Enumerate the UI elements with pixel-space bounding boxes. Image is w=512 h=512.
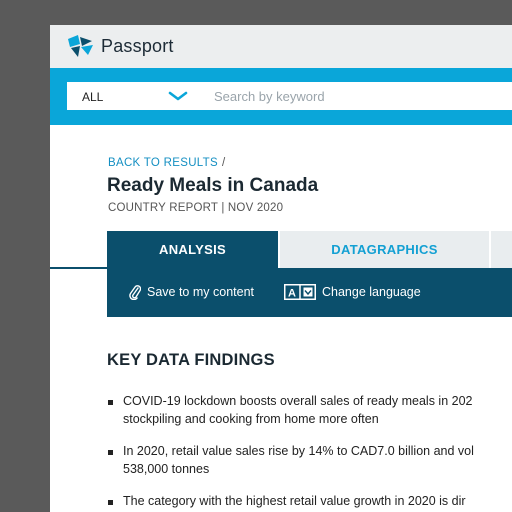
list-item: COVID-19 lockdown boosts overall sales o… <box>107 393 512 428</box>
translate-icon: A <box>284 284 316 300</box>
svg-text:A: A <box>288 288 296 300</box>
tab-divider <box>50 267 108 269</box>
tab-more[interactable] <box>491 231 512 268</box>
category-dropdown[interactable]: ALL <box>67 82 200 110</box>
search-bar: ALL <box>50 68 512 125</box>
change-language-button[interactable]: A Change language <box>284 284 421 300</box>
passport-logo-icon <box>68 35 93 57</box>
category-selected: ALL <box>82 90 104 104</box>
tab-datagraphics[interactable]: DATAGRAPHICS <box>280 231 489 268</box>
section-heading: KEY DATA FINDINGS <box>107 351 275 369</box>
back-to-results-link[interactable]: BACK TO RESULTS <box>108 157 218 169</box>
list-item: The category with the highest retail val… <box>107 493 512 511</box>
search-input[interactable] <box>200 82 512 110</box>
tab-analysis[interactable]: ANALYSIS <box>107 231 278 268</box>
action-bar: Save to my content A Change language <box>107 268 512 317</box>
page-title: Ready Meals in Canada <box>107 175 319 196</box>
report-meta: COUNTRY REPORT | NOV 2020 <box>108 202 284 214</box>
list-item: In 2020, retail value sales rise by 14% … <box>107 443 512 478</box>
save-to-content-button[interactable]: Save to my content <box>129 284 254 300</box>
save-to-content-label: Save to my content <box>147 285 255 299</box>
chevron-down-icon <box>168 91 188 101</box>
finding-line: COVID-19 lockdown boosts overall sales o… <box>123 394 473 408</box>
change-language-label: Change language <box>322 285 421 299</box>
browser-window: Passport ALL BACK TO RESULTS/ Ready Meal… <box>50 25 512 512</box>
finding-line: stockpiling and cooking from home more o… <box>123 411 379 426</box>
finding-line: In 2020, retail value sales rise by 14% … <box>123 444 474 458</box>
breadcrumb-separator: / <box>221 157 226 169</box>
finding-line: The category with the highest retail val… <box>123 494 466 508</box>
top-bar: Passport <box>50 25 512 68</box>
paperclip-icon <box>129 285 141 300</box>
breadcrumb: BACK TO RESULTS / <box>108 157 225 169</box>
finding-line: 538,000 tonnes <box>123 461 210 476</box>
passport-logo[interactable]: Passport <box>66 35 174 57</box>
brand-name: Passport <box>101 35 174 56</box>
findings-list: COVID-19 lockdown boosts overall sales o… <box>107 393 512 511</box>
